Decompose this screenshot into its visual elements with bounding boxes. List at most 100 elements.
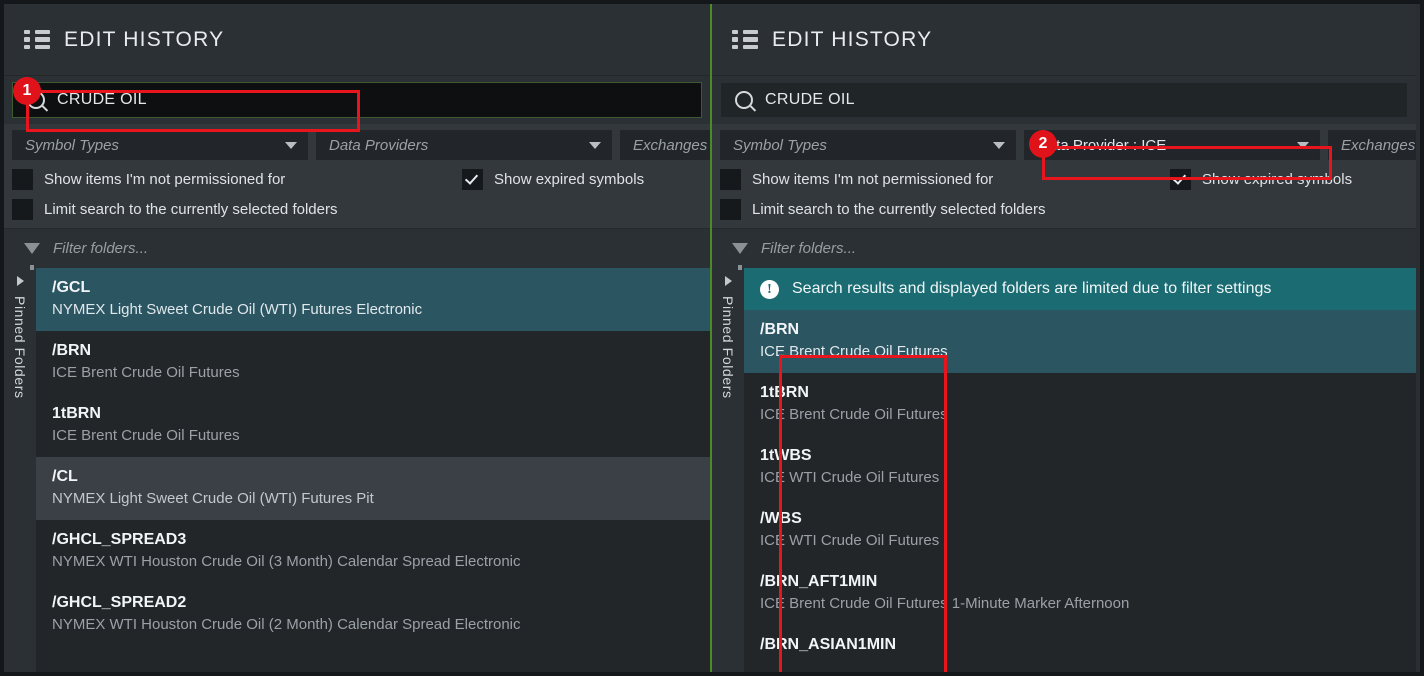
row-description: NYMEX Light Sweet Crude Oil (WTI) Future… bbox=[52, 301, 423, 318]
checkbox-row-1: Show items I'm not permissioned for Show… bbox=[712, 169, 1416, 190]
checkbox-row-1: Show items I'm not permissioned for Show… bbox=[4, 169, 710, 190]
search-input[interactable]: CRUDE OIL bbox=[12, 82, 702, 118]
row-description: ICE Brent Crude Oil Futures bbox=[760, 343, 948, 360]
row-symbol: /WBS bbox=[760, 510, 802, 527]
search-area-left: CRUDE OIL bbox=[4, 76, 710, 124]
chevron-down-icon bbox=[993, 141, 1005, 149]
show-expired-symbols-checkbox[interactable]: Show expired symbols bbox=[1170, 169, 1352, 190]
table-row[interactable]: /GHCL_SPREAD2 NYMEX WTI Houston Crude Oi… bbox=[36, 583, 710, 646]
checkbox-row-2: Limit search to the currently selected f… bbox=[4, 199, 710, 220]
chevron-right-icon[interactable] bbox=[16, 276, 24, 286]
page-title: EDIT HISTORY bbox=[772, 27, 933, 51]
symbol-types-dropdown[interactable]: Symbol Types bbox=[720, 130, 1016, 160]
row-symbol: /BRN_ASIAN1MIN bbox=[760, 636, 897, 653]
table-row[interactable]: /CL NYMEX Light Sweet Crude Oil (WTI) Fu… bbox=[36, 457, 710, 520]
symbol-types-label: Symbol Types bbox=[733, 136, 827, 154]
panes-container: EDIT HISTORY CRUDE OIL Symbol Types Data… bbox=[4, 4, 1420, 672]
table-row[interactable]: /GCL NYMEX Light Sweet Crude Oil (WTI) F… bbox=[36, 268, 710, 331]
annotation-badge-2: 2 bbox=[1029, 130, 1057, 158]
checkbox-row-2: Limit search to the currently selected f… bbox=[712, 199, 1416, 220]
row-symbol: /BRN bbox=[760, 321, 800, 338]
funnel-icon bbox=[732, 243, 748, 270]
table-row[interactable]: /BRN ICE Brent Crude Oil Futures bbox=[744, 310, 1416, 373]
results-area-left: Pinned Folders /GCL NYMEX Light Sweet Cr… bbox=[4, 268, 710, 672]
list-icon bbox=[732, 29, 758, 50]
dropdown-row: Symbol Types Data Providers Exchanges bbox=[4, 130, 710, 160]
filter-warning-text: Search results and displayed folders are… bbox=[792, 280, 1272, 297]
pinned-folders-rail[interactable]: Pinned Folders bbox=[4, 268, 36, 672]
data-providers-dropdown[interactable]: Data Providers bbox=[316, 130, 612, 160]
pinned-folders-rail[interactable]: Pinned Folders bbox=[712, 268, 744, 672]
results-list-right[interactable]: ! Search results and displayed folders a… bbox=[744, 268, 1416, 672]
table-row[interactable]: /WBS ICE WTI Crude Oil Futures bbox=[744, 499, 1416, 562]
pinned-folders-label: Pinned Folders bbox=[720, 296, 736, 399]
checkbox-label: Show expired symbols bbox=[494, 171, 645, 188]
row-symbol: /BRN_AFT1MIN bbox=[760, 573, 878, 590]
exchanges-label: Exchanges bbox=[633, 136, 708, 154]
row-description: ICE Brent Crude Oil Futures bbox=[52, 364, 240, 381]
panel-left-header: EDIT HISTORY bbox=[4, 4, 710, 76]
filters-right: Symbol Types Data Provider : ICE Exchang… bbox=[712, 124, 1416, 228]
checkbox-box bbox=[1170, 169, 1191, 190]
folder-filter-input[interactable]: Filter folders... bbox=[712, 228, 1416, 270]
data-providers-dropdown[interactable]: Data Provider : ICE bbox=[1024, 130, 1320, 160]
panel-right-header: EDIT HISTORY bbox=[712, 4, 1416, 76]
row-symbol: /BRN bbox=[52, 342, 92, 359]
data-providers-label: Data Providers bbox=[329, 136, 429, 154]
search-input-value: CRUDE OIL bbox=[57, 91, 147, 108]
checkbox-box bbox=[12, 199, 33, 220]
table-row[interactable]: /BRN_ASIAN1MIN bbox=[744, 625, 1416, 666]
table-row[interactable]: 1tBRN ICE Brent Crude Oil Futures bbox=[744, 373, 1416, 436]
panel-right: EDIT HISTORY CRUDE OIL Symbol Types Data… bbox=[712, 4, 1416, 672]
folder-filter-placeholder: Filter folders... bbox=[53, 240, 149, 257]
row-description: ICE Brent Crude Oil Futures 1-Minute Mar… bbox=[760, 595, 1130, 612]
table-row[interactable]: 1tWBS ICE WTI Crude Oil Futures bbox=[744, 436, 1416, 499]
search-input-value: CRUDE OIL bbox=[765, 91, 855, 108]
show-not-permissioned-checkbox[interactable]: Show items I'm not permissioned for bbox=[12, 169, 462, 190]
limit-search-folders-checkbox[interactable]: Limit search to the currently selected f… bbox=[720, 199, 1045, 220]
exchanges-label: Exchanges bbox=[1341, 136, 1416, 154]
dropdown-row: Symbol Types Data Provider : ICE Exchang… bbox=[712, 130, 1416, 160]
info-icon: ! bbox=[760, 279, 779, 299]
results-area-right: Pinned Folders ! Search results and disp… bbox=[712, 268, 1416, 672]
checkbox-box bbox=[720, 199, 741, 220]
table-row[interactable]: /BRN ICE Brent Crude Oil Futures bbox=[36, 331, 710, 394]
funnel-icon bbox=[24, 243, 40, 270]
chevron-down-icon bbox=[589, 141, 601, 149]
row-symbol: /GHCL_SPREAD2 bbox=[52, 594, 187, 611]
chevron-right-icon[interactable] bbox=[724, 276, 732, 286]
checkbox-box bbox=[12, 169, 33, 190]
checkbox-label: Show items I'm not permissioned for bbox=[752, 171, 994, 188]
checkbox-label: Limit search to the currently selected f… bbox=[752, 201, 1046, 218]
checkbox-label: Limit search to the currently selected f… bbox=[44, 201, 338, 218]
row-symbol: 1tBRN bbox=[52, 405, 101, 422]
search-input[interactable]: CRUDE OIL bbox=[720, 82, 1408, 118]
row-description: NYMEX WTI Houston Crude Oil (2 Month) Ca… bbox=[52, 616, 521, 633]
search-area-right: CRUDE OIL bbox=[712, 76, 1416, 124]
checkbox-box bbox=[720, 169, 741, 190]
list-icon bbox=[24, 29, 50, 50]
limit-search-folders-checkbox[interactable]: Limit search to the currently selected f… bbox=[12, 199, 337, 220]
symbol-search-comparison-window: EDIT HISTORY CRUDE OIL Symbol Types Data… bbox=[0, 0, 1424, 676]
chevron-down-icon bbox=[285, 141, 297, 149]
show-not-permissioned-checkbox[interactable]: Show items I'm not permissioned for bbox=[720, 169, 1170, 190]
row-description: ICE Brent Crude Oil Futures bbox=[760, 406, 948, 423]
results-list-left[interactable]: /GCL NYMEX Light Sweet Crude Oil (WTI) F… bbox=[36, 268, 710, 672]
table-row[interactable]: 1tBRN ICE Brent Crude Oil Futures bbox=[36, 394, 710, 457]
row-symbol: 1tBRN bbox=[760, 384, 809, 401]
exchanges-dropdown[interactable]: Exchanges bbox=[1328, 130, 1416, 160]
symbol-types-dropdown[interactable]: Symbol Types bbox=[12, 130, 308, 160]
table-row[interactable]: /GHCL_SPREAD3 NYMEX WTI Houston Crude Oi… bbox=[36, 520, 710, 583]
show-expired-symbols-checkbox[interactable]: Show expired symbols bbox=[462, 169, 644, 190]
row-description: ICE WTI Crude Oil Futures bbox=[760, 532, 940, 549]
table-row[interactable]: /BRN_AFT1MIN ICE Brent Crude Oil Futures… bbox=[744, 562, 1416, 625]
checkbox-label: Show items I'm not permissioned for bbox=[44, 171, 286, 188]
folder-filter-input[interactable]: Filter folders... bbox=[4, 228, 710, 270]
row-symbol: 1tWBS bbox=[760, 447, 812, 464]
exchanges-dropdown[interactable]: Exchanges bbox=[620, 130, 710, 160]
filters-left: Symbol Types Data Providers Exchanges Sh… bbox=[4, 124, 710, 228]
filter-warning-banner: ! Search results and displayed folders a… bbox=[744, 268, 1416, 310]
symbol-types-label: Symbol Types bbox=[25, 136, 119, 154]
row-description: ICE WTI Crude Oil Futures bbox=[760, 469, 940, 486]
folder-filter-placeholder: Filter folders... bbox=[761, 240, 857, 257]
